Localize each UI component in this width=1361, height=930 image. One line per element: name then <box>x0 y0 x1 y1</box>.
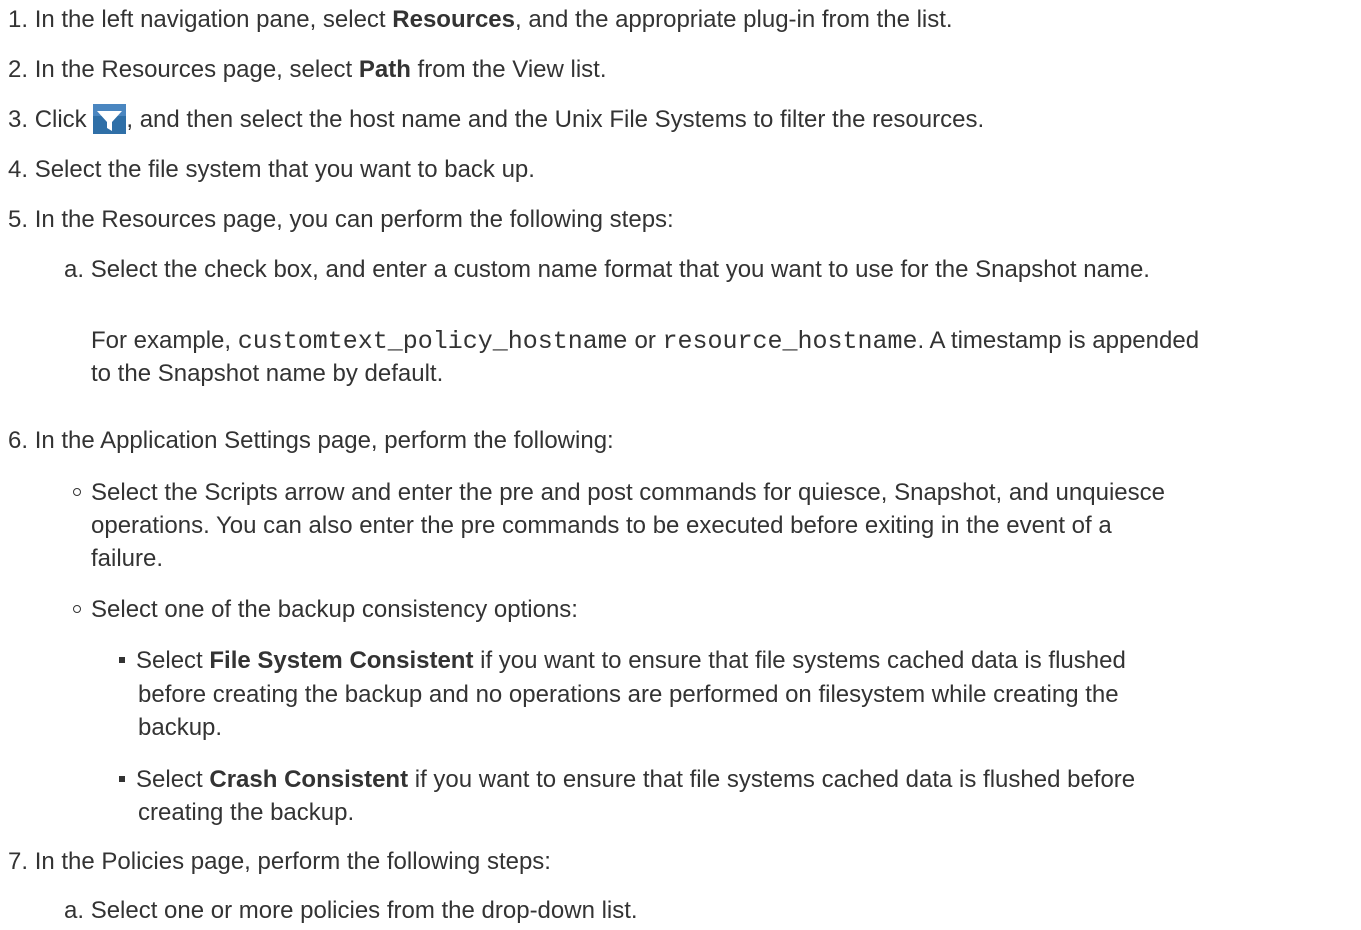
option-fs-line3: backup. <box>138 711 222 745</box>
step-number: 3. <box>8 106 29 133</box>
example-line-1: For example, customtext_policy_hostname … <box>91 324 1199 359</box>
option-fs-consistent: Select File System Consistent if you wan… <box>119 644 1126 678</box>
step-2: 2. In the Resources page, select Path fr… <box>8 53 607 87</box>
step-text: In the Resources page, you can perform t… <box>34 206 674 233</box>
example-text: or <box>627 327 663 354</box>
option-emphasis: File System Consistent <box>209 647 474 674</box>
step-text: In the Resources page, select <box>34 56 359 83</box>
step-text: In the Application Settings page, perfor… <box>34 427 614 454</box>
step-number: 6. <box>8 427 29 454</box>
bullet-square-icon <box>119 656 125 663</box>
step-number: 5. <box>8 206 29 233</box>
step-emphasis: Path <box>358 56 411 83</box>
bullet-scripts-line3: failure. <box>91 542 163 576</box>
step-text: , and the appropriate plug-in from the l… <box>515 6 953 33</box>
option-text: creating the backup. <box>138 799 355 826</box>
step-4: 4. Select the file system that you want … <box>8 153 535 187</box>
step-text: Click <box>34 106 94 133</box>
substep-letter: a. <box>64 897 85 924</box>
filter-icon <box>93 103 127 134</box>
step-5a: a. Select the check box, and enter a cus… <box>64 253 1150 287</box>
substep-text: Select one or more policies from the dro… <box>90 897 638 924</box>
code-resource-format: resource_hostname <box>662 327 918 356</box>
option-text: if you want to ensure that file systems … <box>408 766 1136 793</box>
example-text: to the Snapshot name by default. <box>91 360 444 387</box>
bullet-circle-icon <box>73 604 81 613</box>
option-text: Select <box>136 766 210 793</box>
example-text: For example, <box>91 327 238 354</box>
step-number: 2. <box>8 56 29 83</box>
step-text: , and then select the host name and the … <box>126 106 985 133</box>
substep-letter: a. <box>64 256 85 283</box>
step-text: In the left navigation pane, select <box>34 6 393 33</box>
bullet-consistency: Select one of the backup consistency opt… <box>73 593 578 627</box>
step-number: 1. <box>8 6 29 33</box>
step-number: 7. <box>8 848 29 875</box>
code-custom-format: customtext_policy_hostname <box>237 327 628 356</box>
step-6: 6. In the Application Settings page, per… <box>8 424 614 458</box>
substep-text: Select the check box, and enter a custom… <box>90 256 1150 283</box>
step-number: 4. <box>8 156 29 183</box>
option-fs-line2: before creating the backup and no operat… <box>138 678 1119 712</box>
option-text: before creating the backup and no operat… <box>138 681 1119 708</box>
bullet-scripts: Select the Scripts arrow and enter the p… <box>73 476 1165 510</box>
option-text: if you want to ensure that file systems … <box>473 647 1126 674</box>
option-text: Select <box>136 647 210 674</box>
step-emphasis: Resources <box>392 6 515 33</box>
bullet-text: Select the Scripts arrow and enter the p… <box>91 479 1165 506</box>
step-5: 5. In the Resources page, you can perfor… <box>8 203 674 237</box>
bullet-circle-icon <box>73 487 81 496</box>
step-text: from the View list. <box>410 56 607 83</box>
step-3: 3. Click , and then select the host name… <box>8 103 984 137</box>
bullet-square-icon <box>119 775 125 782</box>
option-emphasis: Crash Consistent <box>209 766 409 793</box>
option-text: backup. <box>138 714 223 741</box>
step-text: In the Policies page, perform the follow… <box>34 848 551 875</box>
example-line-2: to the Snapshot name by default. <box>91 357 443 391</box>
step-1: 1. In the left navigation pane, select R… <box>8 3 953 37</box>
option-crash-consistent: Select Crash Consistent if you want to e… <box>119 763 1135 797</box>
bullet-text: failure. <box>91 545 164 572</box>
example-text: . A timestamp is appended <box>917 327 1200 354</box>
bullet-text: operations. You can also enter the pre c… <box>91 512 1112 539</box>
step-7a: a. Select one or more policies from the … <box>64 894 638 928</box>
bullet-scripts-line2: operations. You can also enter the pre c… <box>91 509 1112 543</box>
step-text: Select the file system that you want to … <box>34 156 535 183</box>
bullet-text: Select one of the backup consistency opt… <box>91 596 578 623</box>
option-crash-line2: creating the backup. <box>138 796 354 830</box>
step-7: 7. In the Policies page, perform the fol… <box>8 845 551 879</box>
document-page: 1. In the left navigation pane, select R… <box>0 0 1361 930</box>
